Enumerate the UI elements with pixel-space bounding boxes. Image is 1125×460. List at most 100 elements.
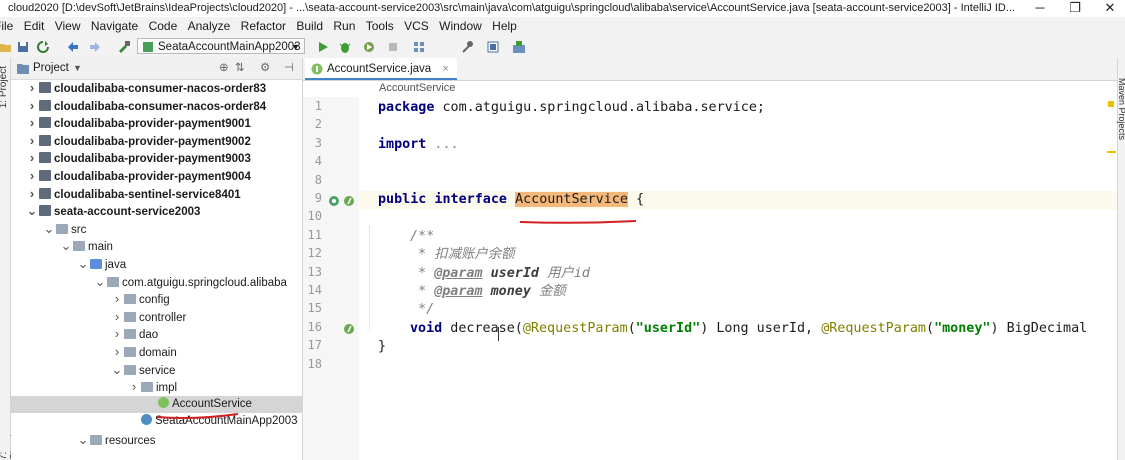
restore-icon[interactable]: ❐ xyxy=(1060,0,1090,17)
module-icon xyxy=(39,99,51,111)
close-icon[interactable]: ✕ xyxy=(1095,0,1125,17)
stop-icon[interactable] xyxy=(386,40,400,54)
folder-icon xyxy=(124,294,136,305)
spring-bean-gutter-icon[interactable] xyxy=(343,195,355,207)
implemented-gutter-icon[interactable] xyxy=(328,195,340,207)
warning-marker-icon[interactable] xyxy=(1108,101,1114,107)
menu-analyze[interactable]: Analyze xyxy=(188,19,231,33)
javadoc-param-name: money xyxy=(490,284,531,299)
chevron-right-icon[interactable]: › xyxy=(25,97,39,114)
chevron-right-icon[interactable]: › xyxy=(110,308,124,325)
save-icon[interactable] xyxy=(16,40,30,54)
project-panel-title[interactable]: Project xyxy=(33,58,69,79)
tree-node[interactable]: ⌄ resources xyxy=(76,431,156,448)
paren: ( xyxy=(926,321,935,336)
sync-icon[interactable] xyxy=(36,40,50,54)
maven-icon[interactable] xyxy=(512,40,526,54)
line-number: 14 xyxy=(307,283,322,297)
maven-projects-tool-tab[interactable]: Maven Projects xyxy=(1117,78,1125,140)
locate-file-icon[interactable]: ⊕ xyxy=(219,58,229,79)
chevron-right-icon[interactable]: › xyxy=(25,114,39,131)
tree-node[interactable]: ⌄ com.atguigu.springcloud.alibaba xyxy=(93,273,287,290)
tree-node-label: java xyxy=(105,259,127,271)
tree-node[interactable]: › controller xyxy=(110,308,186,325)
minimize-icon[interactable]: ─ xyxy=(1025,0,1055,17)
implemented-method-gutter-icon[interactable] xyxy=(343,323,355,335)
module-icon xyxy=(39,205,51,217)
tree-node[interactable]: › cloudalibaba-provider-payment9004 xyxy=(25,167,251,184)
tree-node[interactable]: › cloudalibaba-provider-payment9001 xyxy=(25,114,251,131)
chevron-down-icon[interactable]: ⌄ xyxy=(93,273,107,290)
tab-close-icon[interactable]: × xyxy=(442,63,448,75)
tree-node-label: domain xyxy=(139,347,177,359)
menu-vcs[interactable]: VCS xyxy=(404,19,429,33)
tree-node[interactable]: › domain xyxy=(110,343,177,360)
tree-node[interactable]: › config xyxy=(110,290,170,307)
chevron-right-icon[interactable]: › xyxy=(110,343,124,360)
menu-navigate[interactable]: Navigate xyxy=(91,19,138,33)
tree-node[interactable]: ⌄ seata-account-service2003 xyxy=(25,202,201,219)
chevron-right-icon[interactable]: › xyxy=(25,149,39,166)
chevron-down-icon[interactable]: ⌄ xyxy=(25,202,39,219)
chevron-right-icon[interactable]: › xyxy=(25,79,39,96)
open-folder-icon[interactable] xyxy=(0,40,12,54)
coverage-icon[interactable] xyxy=(362,40,376,54)
menu-view[interactable]: View xyxy=(55,19,81,33)
tree-node[interactable]: AccountService xyxy=(144,396,252,413)
folder-icon xyxy=(141,382,153,393)
tree-node[interactable]: ⌄ service xyxy=(110,361,176,378)
editor-breadcrumb[interactable]: AccountService xyxy=(379,81,455,95)
tab-account-service-java[interactable]: AccountService.java × xyxy=(305,58,457,80)
menu-build[interactable]: Build xyxy=(296,19,323,33)
menu-tools[interactable]: Tools xyxy=(366,19,394,33)
javadoc-tag: @param xyxy=(434,266,483,281)
chevron-right-icon[interactable]: › xyxy=(110,290,124,307)
source-folder-icon xyxy=(90,259,102,269)
forward-arrow-icon[interactable] xyxy=(88,40,102,54)
tree-node[interactable]: › impl xyxy=(127,378,177,395)
folded-imports[interactable]: ... xyxy=(426,137,458,152)
tree-node[interactable]: › cloudalibaba-consumer-nacos-order83 xyxy=(25,79,266,96)
chevron-right-icon[interactable]: › xyxy=(110,325,124,342)
menu-refactor[interactable]: Refactor xyxy=(241,19,286,33)
chevron-down-icon[interactable]: ⌄ xyxy=(76,431,90,448)
project-structure-icon[interactable] xyxy=(412,40,426,54)
run-icon[interactable] xyxy=(316,40,330,54)
menu-edit[interactable]: Edit xyxy=(24,19,45,33)
project-tool-tab[interactable]: 1: Project xyxy=(0,66,9,108)
sdk-icon[interactable] xyxy=(486,40,500,54)
chevron-right-icon[interactable]: › xyxy=(25,185,39,202)
chevron-down-icon[interactable]: ⌄ xyxy=(110,361,124,378)
tree-node[interactable]: › cloudalibaba-consumer-nacos-order84 xyxy=(25,97,266,114)
back-arrow-icon[interactable] xyxy=(66,40,80,54)
view-mode-chevron-icon[interactable]: ▼ xyxy=(73,58,82,79)
folder-icon xyxy=(107,276,119,287)
chevron-right-icon[interactable]: › xyxy=(127,378,141,395)
tree-node[interactable]: › cloudalibaba-provider-payment9002 xyxy=(25,132,251,149)
highlighted-identifier[interactable]: AccountService xyxy=(515,192,628,207)
collapse-all-icon[interactable]: ⇅ xyxy=(235,58,245,79)
tree-node[interactable]: › cloudalibaba-sentinel-service8401 xyxy=(25,185,241,202)
menu-run[interactable]: Run xyxy=(333,19,355,33)
settings-wrench-icon[interactable] xyxy=(460,40,474,54)
menu-code[interactable]: Code xyxy=(149,19,178,33)
chevron-down-icon[interactable]: ⌄ xyxy=(42,220,56,237)
tree-node[interactable]: › dao xyxy=(110,325,158,342)
menu-file[interactable]: File xyxy=(0,19,13,33)
chevron-down-icon[interactable]: ⌄ xyxy=(59,237,73,254)
debug-icon[interactable] xyxy=(338,40,352,54)
hide-panel-icon[interactable]: ⊣ xyxy=(284,58,294,79)
chevron-right-icon[interactable]: › xyxy=(25,132,39,149)
menu-help[interactable]: Help xyxy=(492,19,517,33)
build-icon[interactable] xyxy=(117,40,131,54)
settings-gear-icon[interactable]: ⚙ xyxy=(260,58,270,79)
chevron-down-icon[interactable]: ⌄ xyxy=(76,255,90,272)
tree-node[interactable]: ⌄ main xyxy=(59,237,113,254)
tree-node-label: cloudalibaba-provider-payment9004 xyxy=(54,171,251,183)
tree-node[interactable]: ⌄ java xyxy=(76,255,127,272)
tree-node[interactable]: ⌄ src xyxy=(42,220,87,237)
chevron-right-icon[interactable]: › xyxy=(25,167,39,184)
tree-node[interactable]: › cloudalibaba-provider-payment9003 xyxy=(25,149,251,166)
run-configuration-dropdown[interactable]: SeataAccountMainApp2003 ▼ xyxy=(137,38,305,54)
menu-window[interactable]: Window xyxy=(439,19,482,33)
